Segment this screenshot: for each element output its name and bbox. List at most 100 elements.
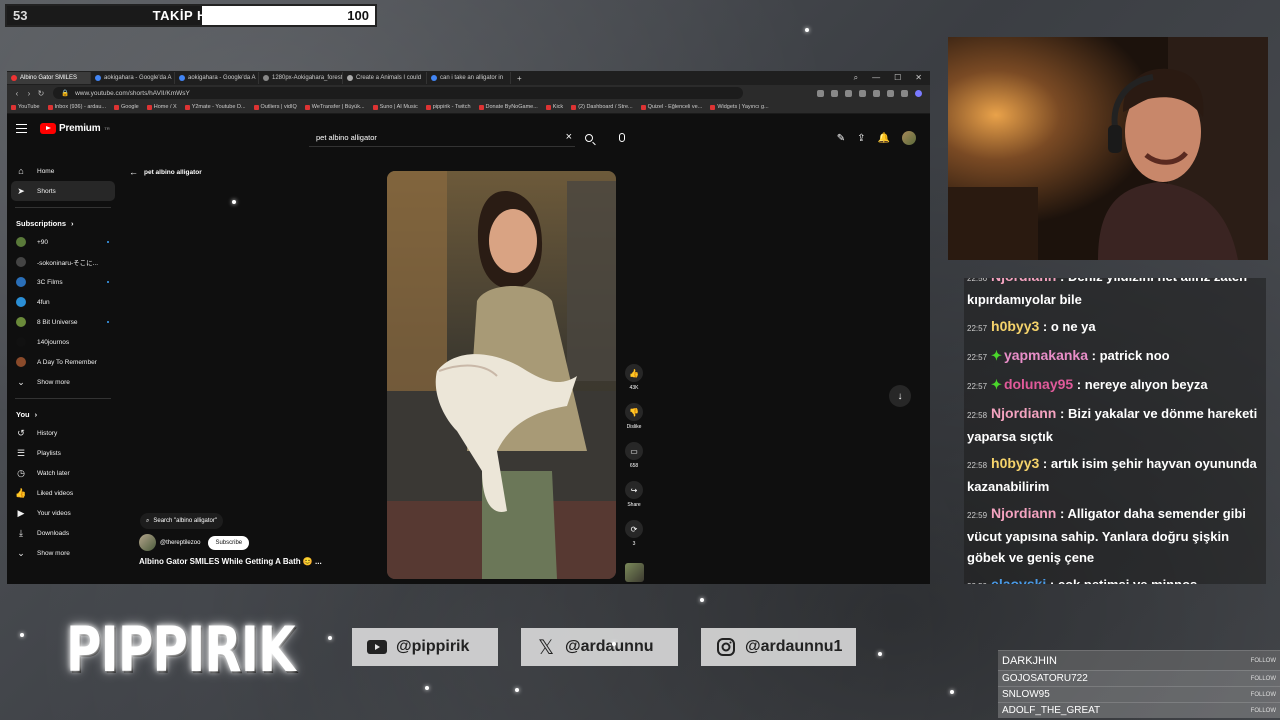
sidebar-item-playlists[interactable]: ☰ Playlists — [7, 443, 119, 463]
bookmark-item[interactable]: Google — [114, 104, 139, 110]
sidebar-subscription[interactable]: 4fun — [7, 292, 119, 312]
profile-icon[interactable] — [915, 89, 922, 97]
browser-tab[interactable]: Create a Animals I could — [343, 72, 427, 84]
bookmark-favicon-icon — [11, 104, 16, 110]
bookmark-item[interactable]: Widgets | Yayıncı g... — [710, 104, 769, 110]
browser-tab[interactable]: aokigahara - Google'da A — [175, 72, 259, 84]
sidebar-item-shorts[interactable]: ➤ Shorts — [11, 181, 115, 201]
page-favicon-icon — [347, 75, 353, 81]
account-avatar[interactable] — [902, 131, 916, 145]
chat-separator: : — [1073, 377, 1085, 392]
chat-username[interactable]: h0byy3 — [991, 318, 1039, 334]
bookmark-item[interactable]: Y2mate - Youtube D... — [184, 104, 246, 110]
sidebar-item-your-videos[interactable]: ▶ Your videos — [7, 503, 119, 523]
bookmark-item[interactable]: Suno | AI Music — [372, 104, 418, 110]
chat-username[interactable]: Njordiann — [991, 505, 1056, 521]
chevron-down-icon: ⌄ — [17, 547, 25, 558]
sidebar-subscription[interactable]: 140journos — [7, 332, 119, 352]
url-field[interactable]: 🔒 www.youtube.com/shorts/hAVII/KmWsY — [53, 87, 743, 99]
comment-count: 658 — [629, 463, 639, 469]
chat-username[interactable]: dolunay95 — [1004, 376, 1073, 392]
social-instagram: @ardaunnu1 — [701, 628, 856, 666]
create-icon[interactable]: ✎ — [837, 133, 845, 144]
sidebar-item-home[interactable]: ⌂ Home — [7, 161, 119, 181]
microphone-icon[interactable] — [619, 133, 625, 142]
video-title[interactable]: Albino Gator SMILES While Getting A Bath… — [139, 557, 322, 566]
chevron-right-icon: › — [71, 218, 74, 228]
clear-search-icon[interactable]: × — [566, 131, 572, 143]
sidebar-subscription[interactable]: 8 Bit Universe — [7, 312, 119, 332]
reload-icon[interactable]: ↻ — [35, 89, 47, 98]
youtube-logo[interactable]: Premium TR — [40, 123, 110, 134]
bookmark-item[interactable]: WeTransfer | Büyük... — [304, 104, 365, 110]
like-button[interactable]: 👍 — [625, 364, 643, 382]
chat-username[interactable]: Njordiann — [991, 405, 1056, 421]
channel-name[interactable]: @thereptilezoo — [160, 540, 200, 546]
chat-username[interactable]: h0byy3 — [991, 455, 1039, 471]
dislike-button[interactable]: 👎 — [625, 403, 643, 421]
minimize-icon[interactable]: — — [872, 73, 880, 83]
sidebar-item-watch-later[interactable]: ◷ Watch later — [7, 463, 119, 483]
sparkle-decoration — [612, 642, 616, 646]
chat-username[interactable]: elaovski — [991, 576, 1046, 584]
next-short-button[interactable]: ↓ — [889, 385, 911, 407]
bookmark-label: Y2mate - Youtube D... — [191, 104, 246, 110]
chat-username[interactable]: Njordiann — [991, 278, 1056, 284]
search-input[interactable]: pet albino alligator × — [309, 128, 575, 147]
browser-tab[interactable]: aokigahara - Google'da A — [91, 72, 175, 84]
tab-search-icon[interactable]: ⌕ — [854, 73, 858, 83]
show-more-button[interactable]: ⌄ Show more — [7, 372, 119, 392]
extension-icon[interactable] — [845, 89, 852, 97]
share-button[interactable]: ↪ — [625, 481, 643, 499]
bookmark-item[interactable]: Outliers | vidIQ — [253, 104, 297, 110]
comments-button[interactable]: ▭ — [625, 442, 643, 460]
sidebar-item-liked-videos[interactable]: 👍 Liked videos — [7, 483, 119, 503]
extensions-menu-icon[interactable] — [901, 89, 908, 97]
bookmark-item[interactable]: pippirik - Twitch — [425, 104, 471, 110]
sidebar-subscription[interactable]: 3C Films — [7, 272, 119, 292]
subscribe-button[interactable]: Subscribe — [208, 535, 250, 550]
sidebar-subscription[interactable]: -sokoninaru-そこに... — [7, 252, 119, 272]
hamburger-menu-icon[interactable] — [16, 124, 27, 133]
search-icon[interactable] — [585, 134, 593, 142]
related-search-chip[interactable]: ⌕ Search "albino alligator" — [140, 513, 224, 529]
sidebar-subscription[interactable]: +90 — [7, 232, 119, 252]
bookmark-item[interactable]: Home / X — [146, 104, 177, 110]
upload-icon[interactable]: ⇪ — [857, 133, 865, 144]
you-heading[interactable]: You › — [7, 405, 119, 423]
sound-thumbnail[interactable] — [624, 563, 644, 582]
bookmark-item[interactable]: Kick — [545, 104, 563, 110]
browser-tab[interactable]: Albino Gator SMILES — [7, 72, 91, 84]
extension-icon[interactable] — [831, 89, 838, 97]
sidebar-item-downloads[interactable]: ⤓ Downloads — [7, 523, 119, 543]
extension-icon[interactable] — [873, 89, 880, 97]
notifications-bell-icon[interactable]: 🔔 — [878, 133, 890, 144]
bookmark-item[interactable]: YouTube — [11, 104, 40, 110]
subscriptions-heading[interactable]: Subscriptions › — [7, 214, 119, 232]
heading-label: You — [16, 409, 30, 419]
sidebar-subscription[interactable]: A Day To Remember — [7, 352, 119, 372]
browser-tab[interactable]: can i take an alligator in — [427, 72, 511, 84]
chat-username[interactable]: yapmakanka — [1004, 347, 1088, 363]
forward-icon[interactable]: › — [23, 89, 35, 98]
short-video-player[interactable] — [387, 171, 616, 579]
sidebar-item-history[interactable]: ↺ History — [7, 423, 119, 443]
remix-button[interactable]: ⟳ — [625, 520, 643, 538]
back-to-search-link[interactable]: ← pet albino alligator — [129, 167, 202, 177]
bookmark-item[interactable]: Quizel - Eğlenceli ve... — [640, 104, 702, 110]
x-icon: 𝕏 — [537, 636, 555, 659]
new-tab-icon[interactable]: + — [517, 74, 522, 83]
bookmark-item[interactable]: Donate ByNoGame... — [478, 104, 538, 110]
extension-icon[interactable] — [859, 89, 866, 97]
bookmark-item[interactable]: Inbox (936) - ardau... — [47, 104, 106, 110]
extension-icon[interactable] — [817, 89, 824, 97]
channel-avatar[interactable] — [139, 534, 156, 551]
browser-tab[interactable]: 1280px-Aokigahara_forest — [259, 72, 343, 84]
bookmark-star-icon[interactable] — [887, 89, 894, 97]
back-icon[interactable]: ‹ — [11, 89, 23, 98]
close-window-icon[interactable]: ✕ — [915, 73, 922, 83]
show-more-button[interactable]: ⌄ Show more — [7, 543, 119, 563]
maximize-icon[interactable]: ☐ — [894, 73, 901, 83]
show-more-label: Show more — [37, 549, 70, 557]
bookmark-item[interactable]: (2) Dashboard / Stre... — [571, 104, 633, 110]
